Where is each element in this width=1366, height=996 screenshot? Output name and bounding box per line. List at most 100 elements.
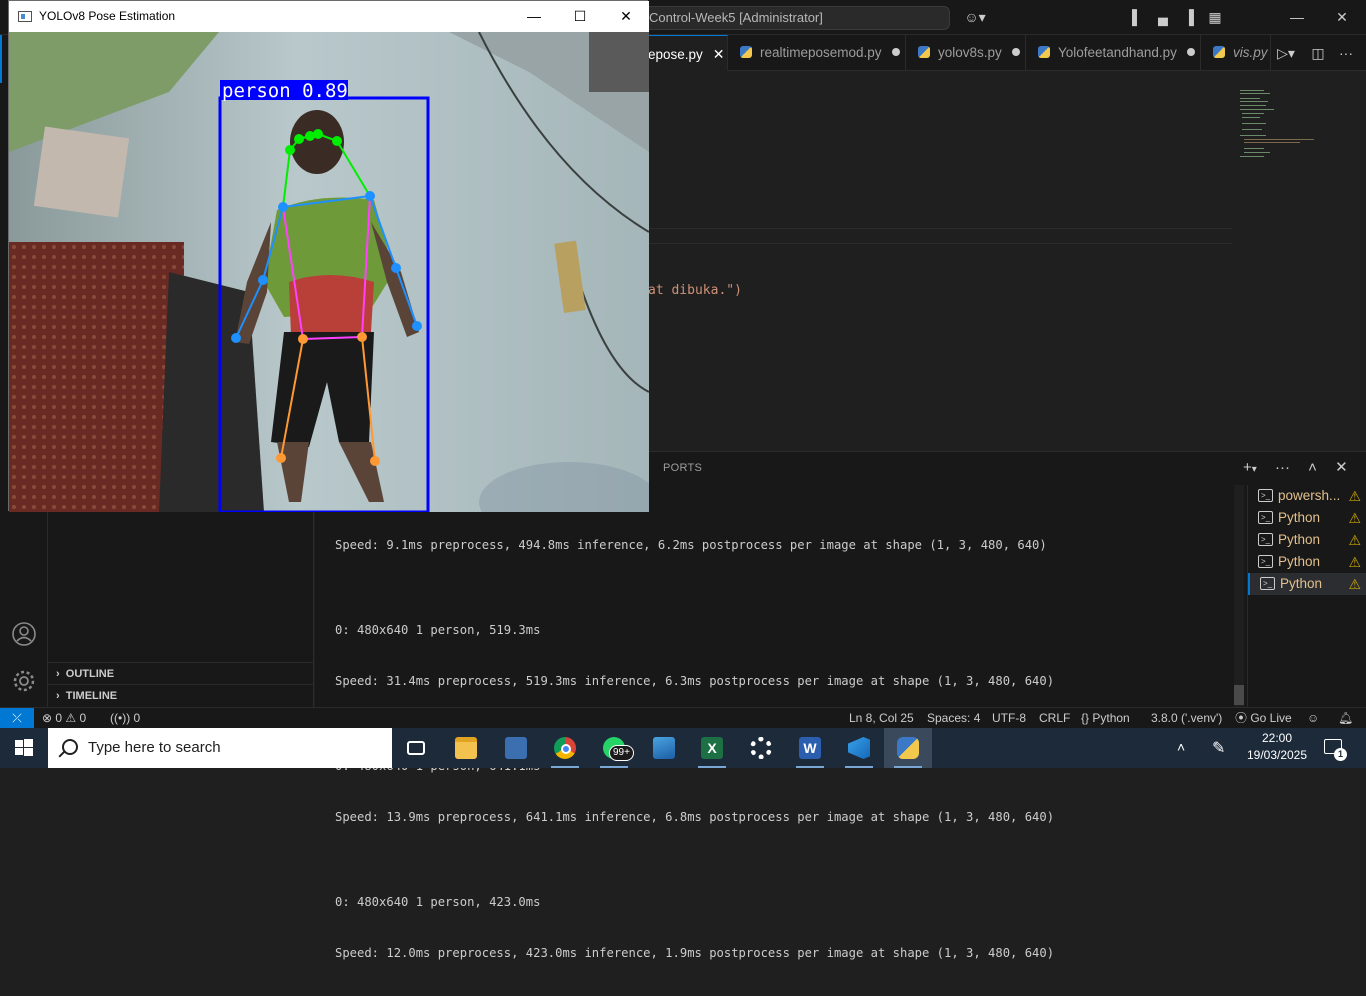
remote-indicator-icon[interactable]: ⤫ — [0, 708, 34, 729]
clock-time: 22:00 — [1261, 731, 1293, 745]
windows-taskbar: Type here to search 99+ X W ˄ ✎ 22:00 19… — [0, 728, 1366, 768]
terminal-line: Speed: 31.4ms preprocess, 519.3ms infere… — [335, 674, 1055, 688]
excel-icon[interactable]: X — [688, 728, 736, 768]
python-file-icon — [918, 46, 930, 58]
notification-badge: 99+ — [609, 745, 634, 761]
unsaved-dot-icon — [891, 48, 900, 56]
taskbar-search-input[interactable]: Type here to search — [48, 728, 392, 768]
minimize-button[interactable]: — — [511, 1, 557, 32]
more-actions-icon[interactable]: ··· — [1338, 45, 1354, 61]
tab-yolofeetandhand[interactable]: Yolofeetandhand.py — [1026, 35, 1201, 71]
file-explorer-icon[interactable] — [442, 728, 490, 768]
tab-label: yolov8s.py — [938, 45, 1002, 60]
terminal-label: Python — [1278, 510, 1321, 525]
problems-indicator[interactable]: ⊗ 0 ⚠ 0 — [42, 708, 86, 728]
close-tab-icon[interactable]: ✕ — [713, 46, 725, 62]
whatsapp-icon[interactable]: 99+ — [590, 728, 638, 768]
tab-epose[interactable]: epose.py ✕ — [648, 35, 728, 71]
language-mode[interactable]: {} Python — [1081, 708, 1130, 728]
keypoint-rel — [391, 263, 401, 273]
tab-realtimeposemod[interactable]: realtimeposemod.py — [728, 35, 906, 71]
terminal-item[interactable]: >_ powersh... ⚠ — [1248, 485, 1366, 507]
tab-label: realtimeposemod.py — [760, 45, 882, 60]
detection-label: person 0.89 — [222, 80, 348, 102]
cursor-position[interactable]: Ln 8, Col 25 — [849, 708, 914, 728]
line-ending[interactable]: CRLF — [1039, 708, 1070, 728]
go-live-button[interactable]: ⦿ Go Live — [1235, 708, 1292, 728]
panel-tab-label: PORTS — [663, 462, 703, 474]
unsaved-dot-icon — [1011, 48, 1020, 56]
settings-gear-icon[interactable] — [12, 669, 36, 693]
toggle-sidebar-icon[interactable]: ▌ — [1129, 9, 1145, 25]
sofa — [9, 242, 184, 512]
terminal-scrollbar[interactable] — [1234, 485, 1244, 707]
terminal-icon: >_ — [1258, 533, 1273, 546]
indentation[interactable]: Spaces: 4 — [927, 708, 980, 728]
keypoint-rwr — [412, 321, 422, 331]
search-icon — [62, 739, 78, 755]
notifications-bell-icon[interactable]: 🔔︎ — [1338, 708, 1353, 728]
tab-label: vis.py — [1233, 45, 1268, 60]
timeline-label: TIMELINE — [65, 690, 118, 702]
terminal-item[interactable]: >_ Python ⚠ — [1248, 551, 1366, 573]
copilot-status-icon[interactable]: ☺ — [1307, 708, 1319, 728]
chrome-icon[interactable] — [541, 728, 589, 768]
customize-layout-icon[interactable]: ▦ — [1207, 9, 1223, 25]
keypoint-rhip — [357, 332, 367, 342]
camera-scene: person 0.89 — [9, 32, 649, 512]
minimap[interactable] — [1238, 88, 1338, 168]
ports-indicator[interactable]: ((•)) 0 — [110, 708, 140, 728]
pen-workspace-icon[interactable]: ✎ — [1212, 738, 1225, 758]
encoding[interactable]: UTF-8 — [992, 708, 1026, 728]
new-terminal-icon[interactable]: + — [1243, 459, 1252, 476]
task-view-icon[interactable] — [392, 728, 440, 768]
split-editor-icon[interactable]: ◫ — [1310, 45, 1326, 61]
close-button[interactable]: ✕ — [603, 1, 649, 32]
show-hidden-icons-chevron-icon[interactable]: ˄ — [1177, 739, 1185, 755]
go-live-label: Go Live — [1250, 711, 1292, 725]
command-center[interactable]: Control-Week5 [Administrator] — [640, 6, 950, 30]
settings-gear-icon[interactable] — [737, 728, 785, 768]
chevron-down-icon[interactable]: ▾ — [1252, 464, 1257, 475]
close-panel-icon[interactable]: ✕ — [1335, 459, 1348, 476]
system-clock[interactable]: 22:00 19/03/2025 — [1246, 730, 1308, 764]
python-icon[interactable] — [884, 728, 932, 768]
run-python-icon[interactable]: ▷▾ — [1274, 45, 1298, 61]
outline-section[interactable]: › OUTLINE — [48, 662, 314, 684]
status-bar: ⤫ ⊗ 0 ⚠ 0 ((•)) 0 Ln 8, Col 25 Spaces: 4… — [0, 707, 1366, 729]
calculator-icon[interactable] — [492, 728, 540, 768]
copilot-icon[interactable]: ☺▾ — [962, 9, 988, 25]
terminal-icon: >_ — [1258, 489, 1273, 502]
account-icon[interactable] — [12, 622, 36, 646]
close-icon[interactable]: ✕ — [1334, 9, 1350, 25]
terminal-item-selected[interactable]: >_ Python ⚠ — [1248, 573, 1366, 595]
panel-tab-ports[interactable]: PORTS — [663, 462, 702, 474]
terminal-icon: >_ — [1260, 577, 1275, 590]
terminal-line: 0: 480x640 1 person, 423.0ms — [335, 895, 541, 909]
photos-icon[interactable] — [640, 728, 688, 768]
tab-vis[interactable]: vis.py — [1201, 35, 1271, 71]
toggle-panel-icon[interactable]: ▄ — [1155, 9, 1171, 25]
camera-frame: person 0.89 — [9, 32, 649, 512]
tab-label: Yolofeetandhand.py — [1058, 45, 1177, 60]
tab-yolov8s[interactable]: yolov8s.py — [906, 35, 1026, 71]
active-indicator — [0, 35, 2, 83]
timeline-section[interactable]: › TIMELINE — [48, 684, 314, 706]
vscode-icon[interactable] — [835, 728, 883, 768]
toggle-secondary-sidebar-icon[interactable]: ▐ — [1181, 9, 1197, 25]
pose-window-titlebar[interactable]: YOLOv8 Pose Estimation — ☐ ✕ — [9, 1, 649, 32]
terminal-icon: >_ — [1258, 511, 1273, 524]
minimize-icon[interactable]: — — [1289, 9, 1305, 25]
windows-start-icon[interactable] — [0, 728, 48, 768]
maximize-panel-icon[interactable]: ˄ — [1308, 459, 1317, 476]
more-icon[interactable]: ··· — [1275, 459, 1290, 476]
terminal-label: Python — [1278, 532, 1321, 547]
python-interpreter[interactable]: 3.8.0 ('.venv') — [1151, 708, 1222, 728]
keypoint-lkn — [276, 453, 286, 463]
terminal-item[interactable]: >_ Python ⚠ — [1248, 529, 1366, 551]
terminal-item[interactable]: >_ Python ⚠ — [1248, 507, 1366, 529]
warning-icon: ⚠ — [1348, 554, 1361, 570]
word-icon[interactable]: W — [786, 728, 834, 768]
python-file-icon — [1213, 46, 1225, 58]
maximize-button[interactable]: ☐ — [557, 1, 603, 32]
